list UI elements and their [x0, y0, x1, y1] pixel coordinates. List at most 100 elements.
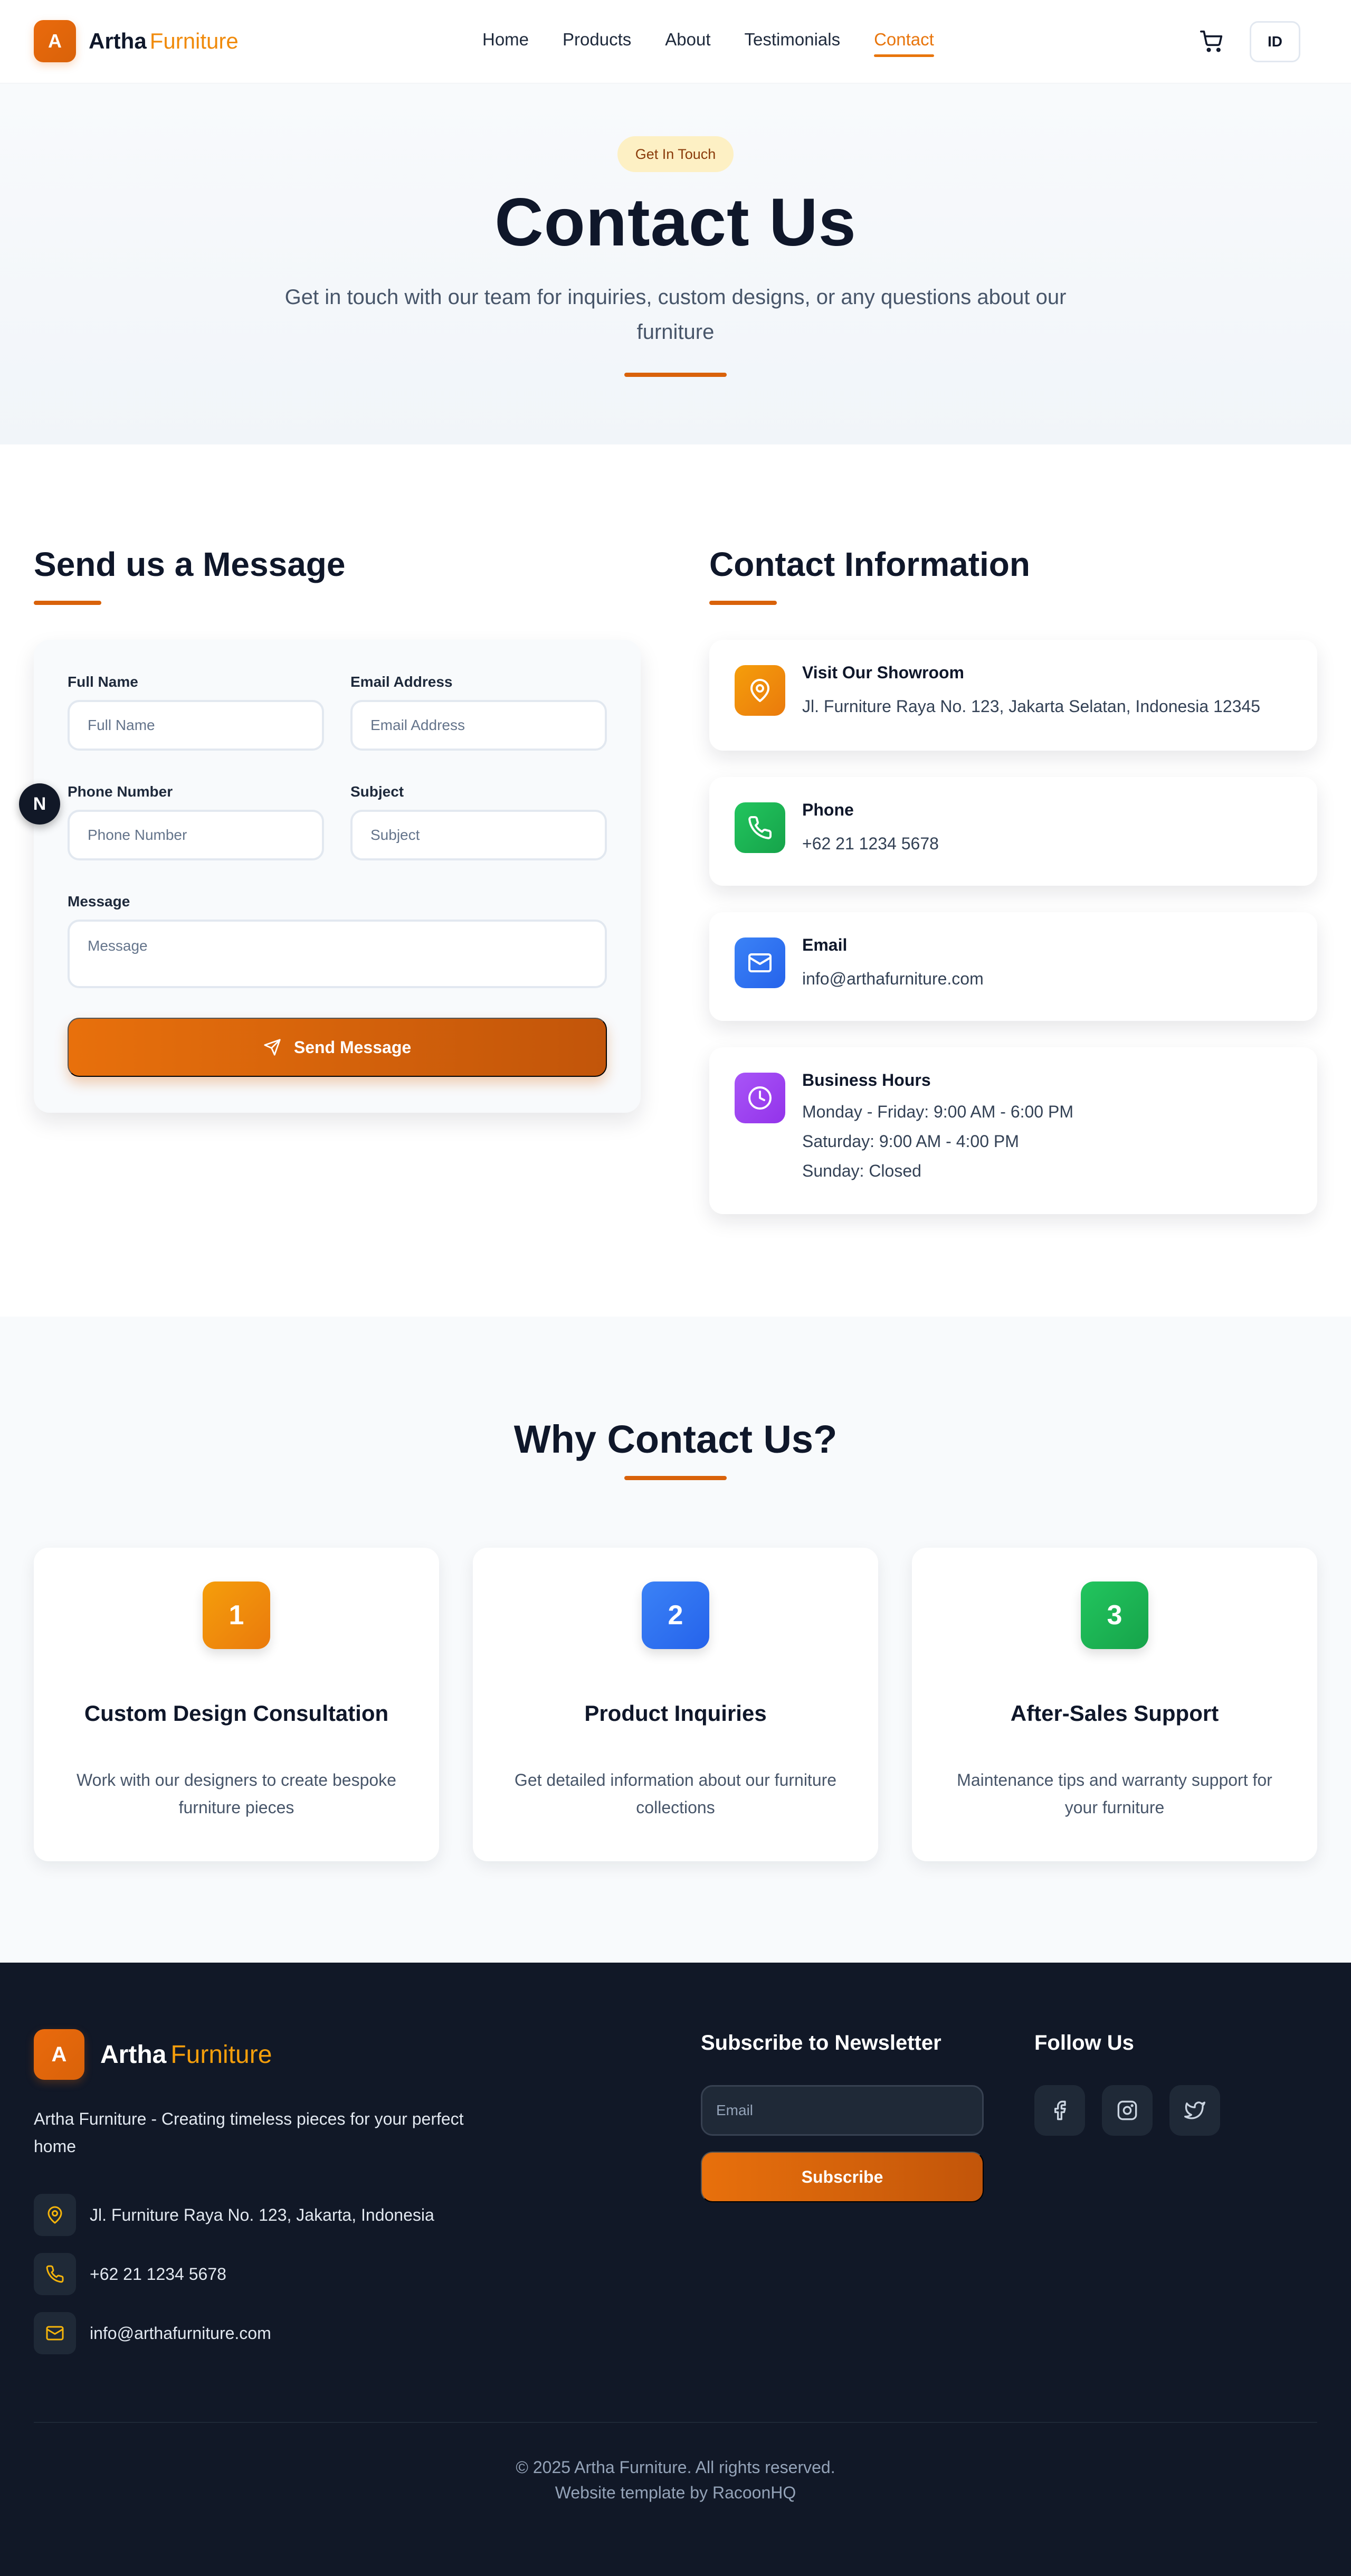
send-icon — [263, 1038, 294, 1056]
logo-badge: A — [34, 20, 76, 62]
footer-tagline: Artha Furniture - Creating timeless piec… — [34, 2109, 464, 2156]
nav-products[interactable]: Products — [563, 30, 631, 54]
why-divider — [624, 1476, 727, 1480]
nav-contact[interactable]: Contact — [874, 30, 934, 57]
phone-field[interactable]: Phone Number — [68, 810, 324, 860]
logo-accent: Furniture — [149, 29, 239, 53]
language-toggle-button[interactable]: ID — [1250, 21, 1300, 62]
phone-placeholder: Phone Number — [88, 827, 187, 843]
showroom-address: Jl. Furniture Raya No. 123, Jakarta Sela… — [802, 697, 1261, 716]
subject-label: Subject — [350, 783, 404, 800]
cart-icon[interactable] — [1200, 30, 1223, 53]
site-footer: A Artha Furniture Artha Furniture - Creat… — [0, 1963, 1351, 2576]
map-pin-icon — [34, 2194, 76, 2236]
phone-icon — [34, 2253, 76, 2295]
footer-phone: +62 21 1234 5678 — [34, 2253, 226, 2295]
message-field[interactable]: Message — [68, 920, 607, 988]
footer-email: info@arthafurniture.com — [34, 2312, 271, 2354]
newsletter-email-input[interactable]: Email — [701, 2085, 984, 2136]
why-card-title: Product Inquiries — [584, 1701, 767, 1726]
logo-name: Artha — [89, 29, 147, 53]
subject-field[interactable]: Subject — [350, 810, 607, 860]
subscribe-button[interactable]: Subscribe — [701, 2152, 984, 2202]
footer-logo-name: Artha — [100, 2040, 167, 2069]
why-contact-section: Why Contact Us? 1 Custom Design Consulta… — [0, 1317, 1351, 1963]
form-title-divider — [34, 601, 101, 605]
email-title: Email — [802, 935, 848, 954]
footer-divider — [34, 2422, 1317, 2423]
why-card-inquiries: 2 Product Inquiries Get detailed informa… — [473, 1548, 878, 1861]
footer-address: Jl. Furniture Raya No. 123, Jakarta, Ind… — [34, 2194, 434, 2236]
why-card-title: After-Sales Support — [1010, 1701, 1219, 1726]
phone-title: Phone — [802, 800, 854, 819]
copyright-text: © 2025 Artha Furniture. All rights reser… — [516, 2458, 835, 2477]
instagram-icon[interactable] — [1102, 2085, 1153, 2136]
email-value[interactable]: info@arthafurniture.com — [802, 969, 984, 989]
page-title: Contact Us — [494, 185, 857, 260]
mail-icon — [34, 2312, 76, 2354]
floating-dev-badge[interactable]: N — [19, 783, 60, 825]
footer-logo-text: Artha Furniture — [100, 2040, 272, 2069]
footer-logo[interactable]: A Artha Furniture — [34, 2029, 272, 2080]
template-credit[interactable]: Website template by RacoonHQ — [0, 2483, 1351, 2503]
contact-info-divider — [709, 601, 777, 605]
send-message-label: Send Message — [293, 1037, 412, 1057]
phone-icon — [735, 802, 785, 853]
hero-badge: Get In Touch — [617, 136, 734, 172]
showroom-title: Visit Our Showroom — [802, 663, 964, 682]
contact-form: Full Name Full Name Email Address Email … — [34, 640, 641, 1113]
send-message-button[interactable]: Send Message — [68, 1018, 607, 1077]
email-field[interactable]: Email Address — [350, 700, 607, 751]
full-name-placeholder: Full Name — [88, 717, 155, 733]
why-card-design: 1 Custom Design Consultation Work with o… — [34, 1548, 439, 1861]
phone-card: Phone +62 21 1234 5678 — [709, 777, 1317, 886]
contact-section: Send us a Message Full Name Full Name Em… — [0, 444, 1351, 1317]
email-card: Email info@arthafurniture.com — [709, 912, 1317, 1021]
footer-address-text: Jl. Furniture Raya No. 123, Jakarta, Ind… — [90, 2205, 434, 2224]
footer-email-text[interactable]: info@arthafurniture.com — [90, 2324, 271, 2343]
nav-testimonials[interactable]: Testimonials — [745, 30, 841, 54]
site-logo[interactable]: A Artha Furniture — [34, 20, 239, 62]
footer-phone-text[interactable]: +62 21 1234 5678 — [90, 2265, 226, 2284]
follow-us-title: Follow Us — [1034, 2031, 1134, 2054]
subject-placeholder: Subject — [370, 827, 420, 843]
hours-sunday: Sunday: Closed — [802, 1161, 921, 1180]
hours-weekday: Monday - Friday: 9:00 AM - 6:00 PM — [802, 1102, 1073, 1121]
full-name-label: Full Name — [68, 674, 138, 690]
hero-subtitle: Get in touch with our team for inquiries… — [284, 286, 1067, 344]
business-hours-title: Business Hours — [802, 1071, 931, 1090]
email-label: Email Address — [350, 674, 453, 690]
hero-section: Get In Touch Contact Us Get in touch wit… — [0, 83, 1351, 444]
phone-value[interactable]: +62 21 1234 5678 — [802, 834, 939, 854]
site-header: A Artha Furniture Home Products About Tes… — [0, 0, 1351, 83]
facebook-icon[interactable] — [1034, 2085, 1085, 2136]
business-hours-card: Business Hours Monday - Friday: 9:00 AM … — [709, 1047, 1317, 1214]
why-section-title: Why Contact Us? — [513, 1417, 838, 1461]
newsletter-title: Subscribe to Newsletter — [701, 2031, 941, 2054]
why-card-number: 1 — [203, 1581, 270, 1649]
why-card-description: Work with our designers to create bespok… — [77, 1770, 396, 1817]
logo-text: Artha Furniture — [89, 29, 239, 54]
map-pin-icon — [735, 665, 785, 716]
why-card-description: Get detailed information about our furni… — [514, 1770, 837, 1817]
phone-label: Phone Number — [68, 783, 173, 800]
full-name-field[interactable]: Full Name — [68, 700, 324, 751]
hours-saturday: Saturday: 9:00 AM - 4:00 PM — [802, 1132, 1019, 1151]
message-label: Message — [68, 893, 130, 910]
footer-logo-accent: Furniture — [170, 2040, 272, 2069]
clock-icon — [735, 1073, 785, 1123]
twitter-icon[interactable] — [1169, 2085, 1220, 2136]
nav-about[interactable]: About — [665, 30, 710, 54]
newsletter-placeholder: Email — [716, 2102, 754, 2118]
hero-divider — [624, 373, 727, 377]
nav-home[interactable]: Home — [482, 30, 529, 54]
why-card-title: Custom Design Consultation — [84, 1701, 389, 1726]
mail-icon — [735, 937, 785, 988]
form-section-title: Send us a Message — [34, 545, 346, 583]
showroom-card: Visit Our Showroom Jl. Furniture Raya No… — [709, 640, 1317, 751]
contact-info-title: Contact Information — [709, 545, 1030, 583]
footer-logo-badge: A — [34, 2029, 84, 2080]
why-card-support: 3 After-Sales Support Maintenance tips a… — [912, 1548, 1317, 1861]
why-card-description: Maintenance tips and warranty support fo… — [957, 1770, 1272, 1817]
why-card-number: 3 — [1081, 1581, 1148, 1649]
